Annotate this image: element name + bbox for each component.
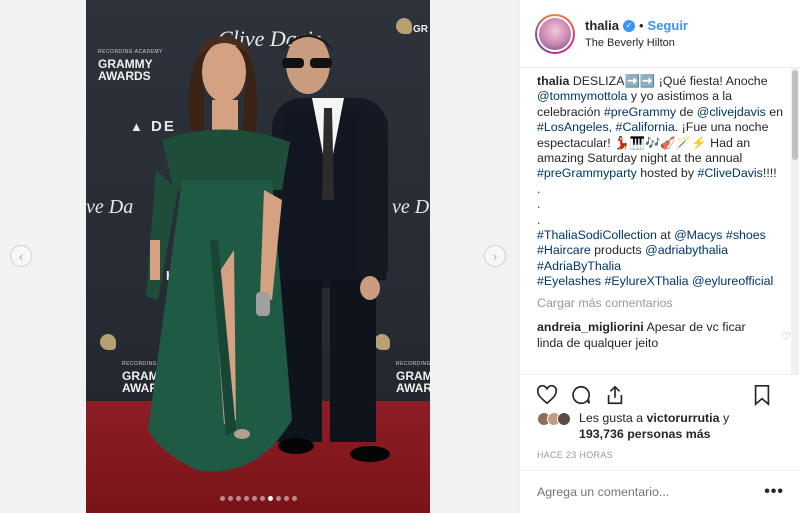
mention-link[interactable]: @eylureofficial — [692, 274, 773, 288]
mention-link[interactable]: @tommymottola — [537, 89, 627, 103]
hashtag-link[interactable]: #Eyelashes — [537, 274, 601, 288]
carousel-dot — [291, 496, 297, 501]
add-comment-bar: ••• — [520, 470, 800, 513]
verified-badge-icon: ✓ — [622, 19, 635, 32]
header-separator: • — [638, 18, 644, 33]
comment-item: andreia_migliorini Apesar de vc ficar li… — [537, 320, 791, 351]
post-caption: thalia DESLIZA➡️➡️ ¡Qué fiesta! Anoche @… — [537, 74, 791, 290]
carousel-prev-button[interactable]: ‹ — [10, 245, 32, 267]
hashtag-link[interactable]: #Haircare — [537, 243, 591, 257]
woman-figure — [146, 36, 292, 472]
carousel-dot — [219, 496, 225, 501]
hashtag-link[interactable]: #shoes — [726, 228, 766, 242]
avatar-image — [537, 15, 573, 52]
caption-text: DESLIZA➡️➡️ ¡Qué fiesta! Anoche — [569, 74, 768, 88]
carousel-dot — [227, 496, 233, 501]
chevron-right-icon: › — [492, 248, 498, 264]
comment-icon[interactable] — [570, 384, 592, 406]
scrollbar-thumb[interactable] — [792, 70, 798, 160]
likes-middle: y — [719, 411, 730, 425]
avatar[interactable] — [535, 13, 575, 54]
mention-link[interactable]: @adriabythalia — [645, 243, 728, 257]
comment-like-icon[interactable]: ♡ — [773, 330, 791, 351]
post-timestamp[interactable]: HACE 23 HORAS — [537, 450, 613, 460]
mention-link[interactable]: @Macys — [674, 228, 722, 242]
caption-text: en — [765, 104, 784, 119]
caption-text: hosted by — [636, 166, 698, 181]
carousel-dot — [259, 496, 265, 501]
more-options-icon[interactable]: ••• — [764, 483, 784, 501]
post-photo[interactable]: RECORDING ACADEMY GRAMMY AWARDS Clive Dav… — [86, 0, 430, 513]
carousel-dot — [243, 496, 249, 501]
likes-prefix: Les gusta a — [579, 411, 647, 425]
mention-link[interactable]: @clivejdavis — [697, 105, 766, 119]
liker-avatars[interactable] — [537, 412, 571, 426]
header-info: thalia ✓ • Seguir The Beverly Hilton — [585, 18, 688, 49]
caption-text: products — [590, 243, 646, 258]
carousel-dot — [267, 496, 273, 501]
couple-figure — [146, 34, 390, 472]
hashtag-link[interactable]: #EylureXThalia — [605, 274, 689, 288]
carousel-dot — [275, 496, 281, 501]
comments-section: thalia DESLIZA➡️➡️ ¡Qué fiesta! Anoche @… — [537, 74, 791, 374]
likes-user[interactable]: victorurrutia — [647, 411, 720, 425]
load-more-comments-button[interactable]: Cargar más comentarios — [537, 296, 791, 311]
hashtag-link[interactable]: #preGrammy — [604, 105, 676, 119]
carousel-indicator — [86, 496, 430, 501]
avatar — [557, 412, 571, 426]
comments-scrollbar[interactable] — [791, 68, 799, 374]
post-location[interactable]: The Beverly Hilton — [585, 37, 688, 49]
caption-text: de — [676, 104, 697, 119]
bookmark-icon[interactable] — [751, 384, 773, 406]
hashtag-link[interactable]: #CliveDavis — [697, 166, 762, 180]
caption-text: , — [608, 120, 616, 135]
caption-text: !!!! — [762, 166, 777, 181]
carousel-next-button[interactable]: › — [484, 245, 506, 267]
share-icon[interactable] — [604, 384, 626, 406]
carousel-dot — [235, 496, 241, 501]
chevron-left-icon: ‹ — [18, 248, 24, 264]
post-actions — [520, 374, 800, 414]
likes-summary: Les gusta a victorurrutia y 193,736 pers… — [537, 410, 729, 442]
caption-dots: . . . — [537, 181, 541, 227]
follow-button[interactable]: Seguir — [648, 18, 688, 33]
carousel-dot — [251, 496, 257, 501]
hashtag-link[interactable]: #California — [616, 120, 675, 134]
caption-text: at — [656, 228, 675, 243]
carousel-dot — [283, 496, 289, 501]
hashtag-link[interactable]: #AdriaByThalia — [537, 259, 621, 273]
hashtag-link[interactable]: #preGrammyparty — [537, 166, 637, 180]
comment-body: andreia_migliorini Apesar de vc ficar li… — [537, 320, 773, 351]
heart-icon[interactable] — [536, 384, 558, 406]
post-header: thalia ✓ • Seguir The Beverly Hilton — [520, 0, 800, 68]
comment-input[interactable] — [537, 485, 765, 499]
post-details-panel: thalia ✓ • Seguir The Beverly Hilton tha… — [519, 0, 800, 513]
likes-count[interactable]: 193,736 personas más — [579, 427, 711, 441]
comment-username[interactable]: andreia_migliorini — [537, 320, 644, 334]
likes-text: Les gusta a victorurrutia y 193,736 pers… — [579, 410, 729, 442]
post-username[interactable]: thalia — [585, 18, 619, 33]
header-line: thalia ✓ • Seguir — [585, 18, 688, 33]
caption-username[interactable]: thalia — [537, 74, 569, 88]
hashtag-link[interactable]: #ThaliaSodiCollection — [537, 228, 657, 242]
hashtag-link[interactable]: #LosAngeles — [537, 120, 609, 134]
